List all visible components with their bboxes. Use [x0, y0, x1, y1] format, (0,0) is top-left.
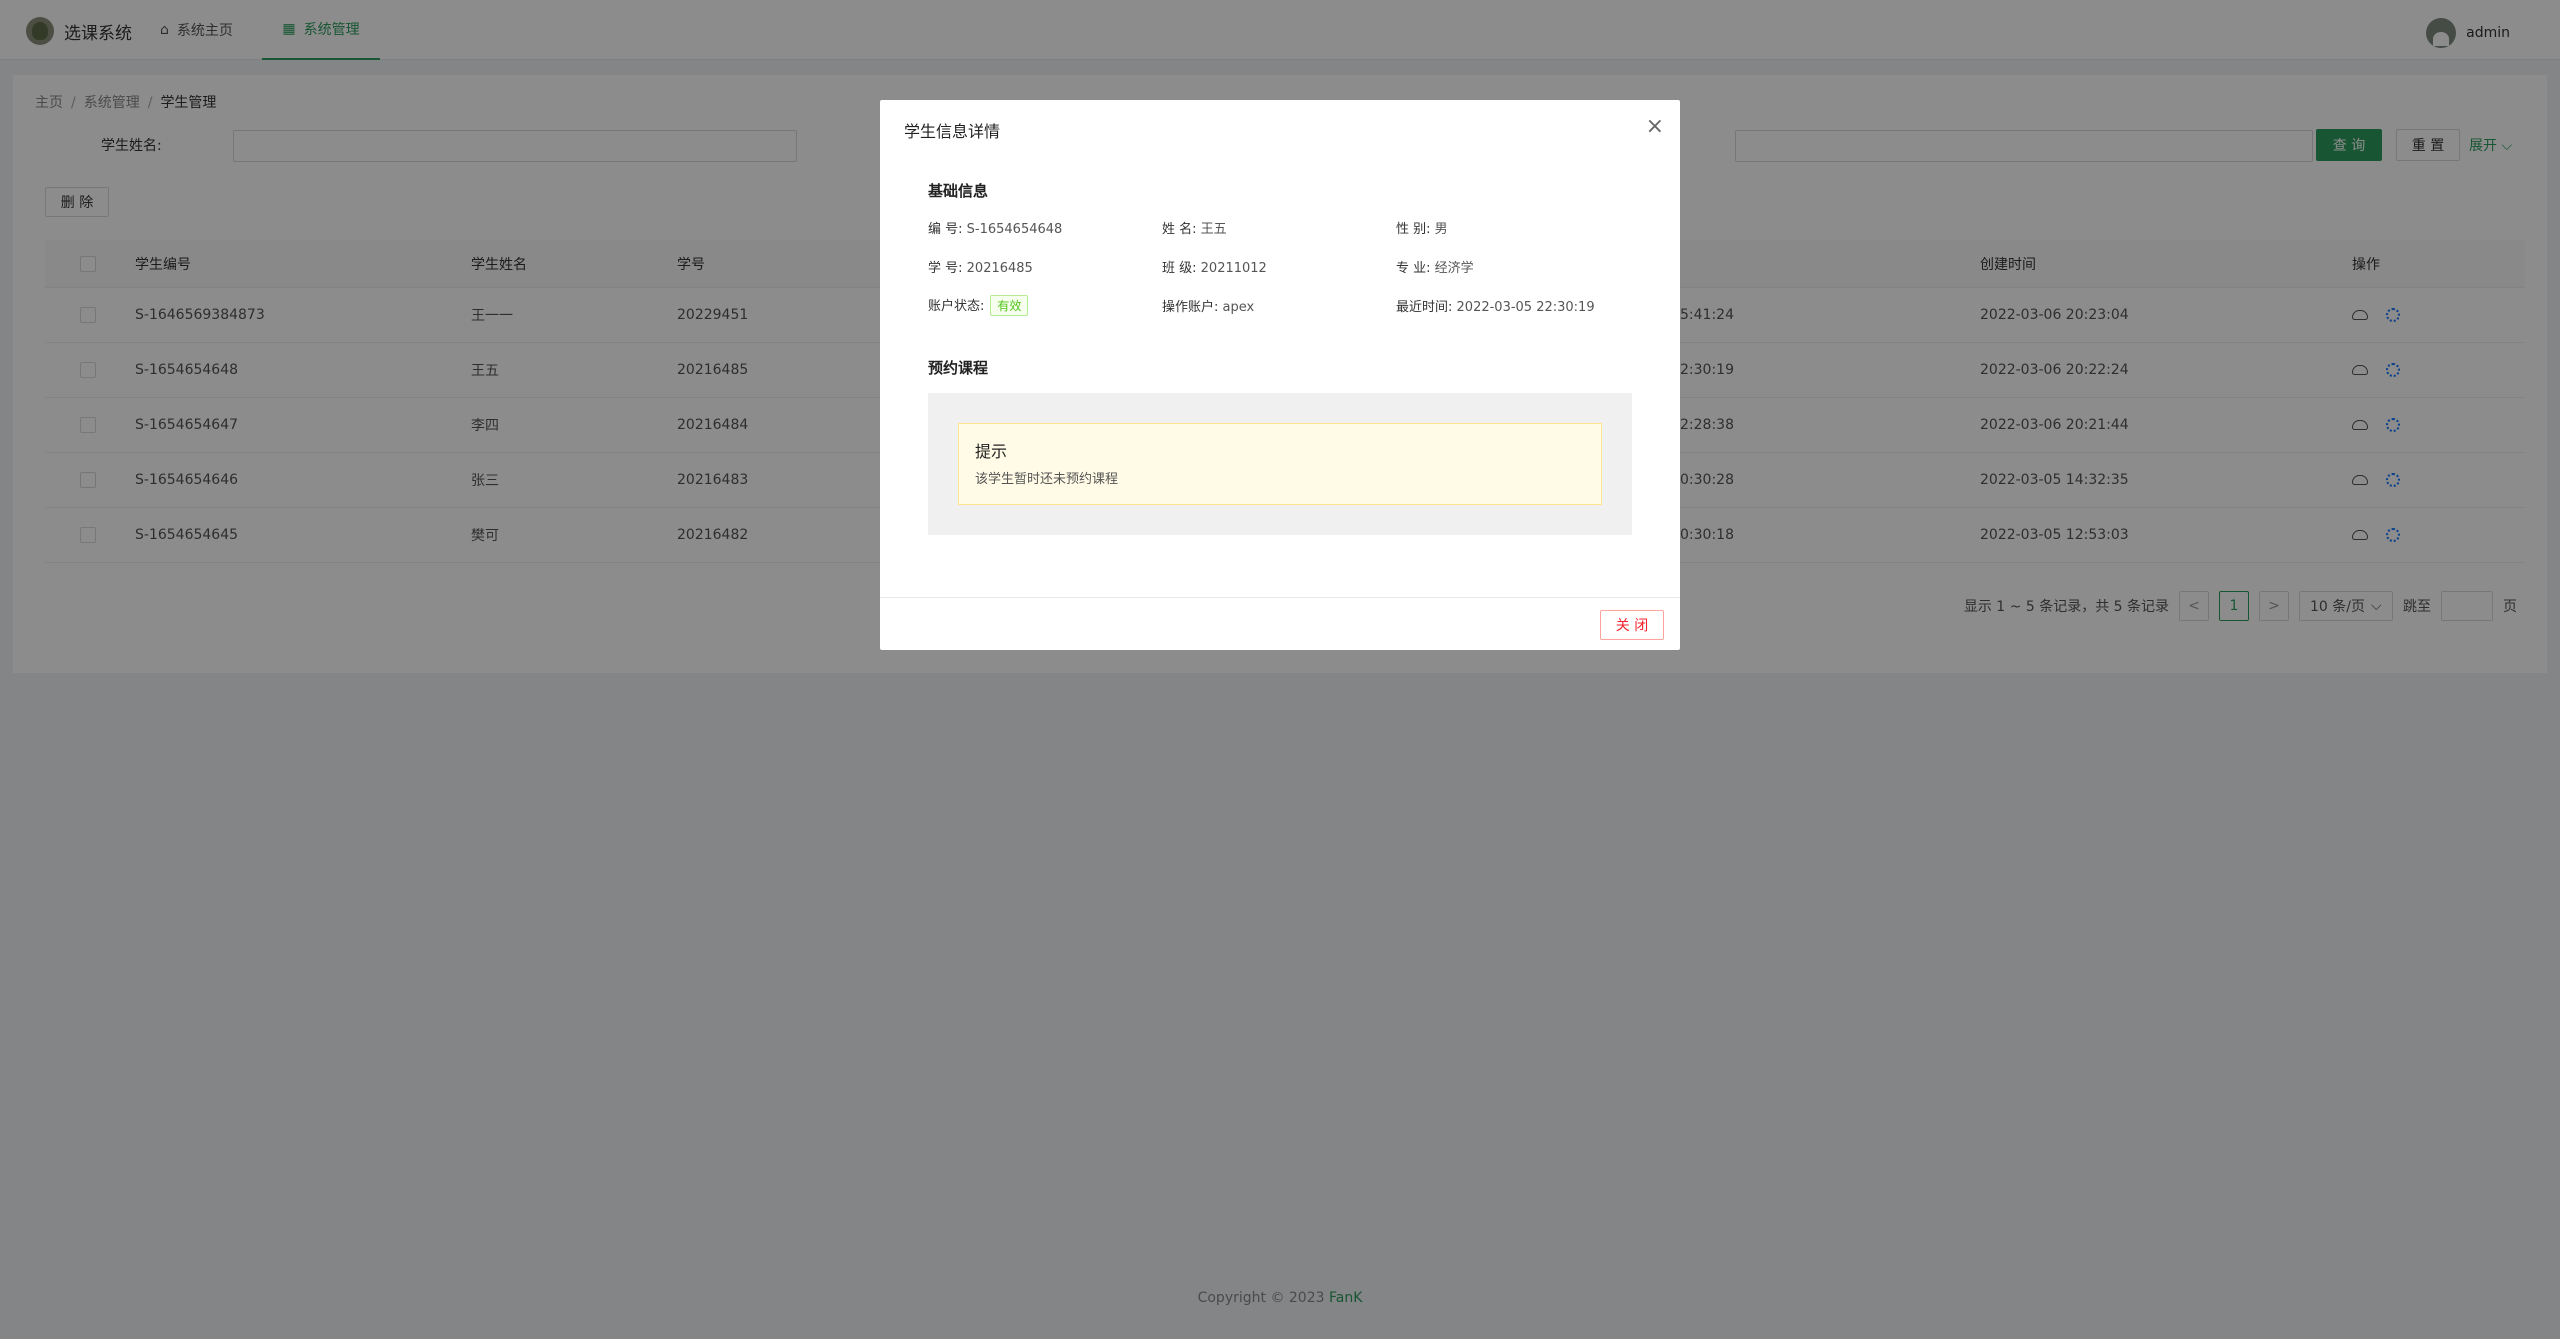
field-name-label: 姓 名:: [1162, 222, 1197, 237]
modal-footer: 关 闭: [880, 597, 1680, 650]
field-major: 专 业: 经济学: [1396, 257, 1474, 276]
field-no-label: 学 号:: [928, 261, 963, 276]
field-class: 班 级: 20211012: [1162, 257, 1267, 276]
field-name-value: 王五: [1200, 222, 1227, 237]
alert-description: 该学生暂时还未预约课程: [975, 472, 1119, 487]
field-recent-time: 最近时间: 2022-03-05 22:30:19: [1396, 296, 1595, 315]
field-class-value: 20211012: [1200, 261, 1267, 276]
field-no-value: 20216485: [966, 261, 1033, 276]
basic-info-title: 基础信息: [928, 182, 989, 200]
field-status-label: 账户状态:: [928, 299, 985, 314]
field-sex: 性 别: 男: [1396, 218, 1448, 237]
course-box: 提示 该学生暂时还未预约课程: [928, 393, 1632, 535]
field-major-value: 经济学: [1434, 261, 1474, 276]
field-name: 姓 名: 王五: [1162, 218, 1227, 237]
field-operator-value: apex: [1222, 300, 1255, 315]
field-code: 编 号: S-1654654648: [928, 218, 1062, 237]
field-class-label: 班 级:: [1162, 261, 1197, 276]
close-icon[interactable]: ×: [1646, 116, 1664, 138]
course-section-title: 预约课程: [928, 359, 989, 377]
field-status: 账户状态: 有效: [928, 295, 1029, 316]
field-major-label: 专 业:: [1396, 261, 1431, 276]
field-operator-label: 操作账户:: [1162, 300, 1219, 315]
field-operator: 操作账户: apex: [1162, 296, 1254, 315]
close-button[interactable]: 关 闭: [1600, 610, 1664, 640]
field-sex-value: 男: [1434, 222, 1448, 237]
modal-title: 学生信息详情: [904, 122, 1001, 141]
student-detail-modal: 学生信息详情 × 基础信息 编 号: S-1654654648 姓 名: 王五 …: [880, 100, 1680, 650]
status-badge: 有效: [990, 295, 1029, 316]
field-sex-label: 性 别:: [1396, 222, 1431, 237]
field-code-value: S-1654654648: [966, 222, 1063, 237]
field-no: 学 号: 20216485: [928, 257, 1033, 276]
no-course-alert: 提示 该学生暂时还未预约课程: [958, 423, 1602, 505]
field-time-value: 2022-03-05 22:30:19: [1456, 300, 1595, 315]
alert-title: 提示: [975, 442, 1008, 461]
field-time-label: 最近时间:: [1396, 300, 1453, 315]
field-code-label: 编 号:: [928, 222, 963, 237]
